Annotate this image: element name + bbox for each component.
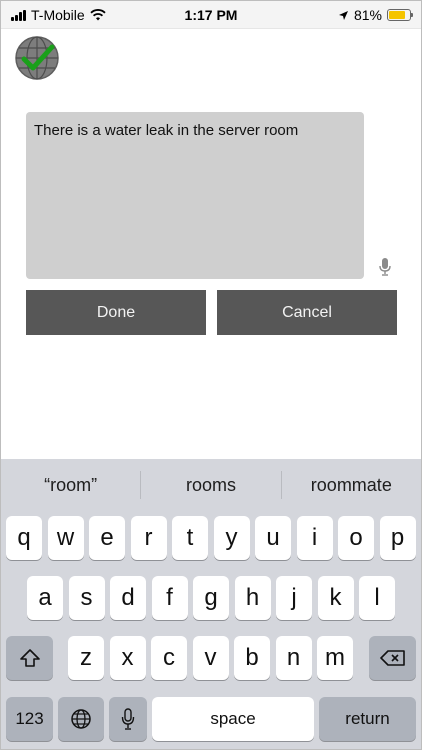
key-label: v bbox=[204, 644, 217, 671]
key-label: u bbox=[266, 524, 280, 551]
delete-key[interactable] bbox=[369, 636, 416, 680]
key-label: j bbox=[291, 584, 297, 611]
backspace-icon bbox=[379, 650, 405, 666]
key-label: k bbox=[329, 584, 342, 611]
key-label: c bbox=[163, 644, 175, 671]
key-b[interactable]: b bbox=[234, 636, 270, 680]
key-q[interactable]: q bbox=[6, 516, 42, 560]
key-label: h bbox=[245, 584, 260, 611]
key-label: y bbox=[225, 524, 238, 551]
key-label: i bbox=[311, 524, 318, 551]
key-y[interactable]: y bbox=[213, 516, 250, 560]
key-u[interactable]: u bbox=[255, 516, 291, 560]
space-key-label: space bbox=[210, 709, 256, 728]
key-label: e bbox=[100, 524, 114, 551]
globe-icon bbox=[71, 709, 91, 729]
battery-level bbox=[389, 11, 406, 19]
key-n[interactable]: n bbox=[275, 636, 312, 680]
key-r[interactable]: r bbox=[130, 516, 167, 560]
key-label: w bbox=[56, 524, 75, 551]
done-button[interactable]: Done bbox=[26, 290, 206, 335]
battery-percent: 81% bbox=[353, 7, 382, 23]
space-key[interactable]: space bbox=[152, 697, 314, 741]
key-label: m bbox=[325, 644, 345, 671]
keyboard: “room” rooms roommate qwe r t y u i op a s d f gh j… bbox=[1, 459, 421, 749]
shift-arrow-icon bbox=[19, 649, 40, 667]
key-label: t bbox=[186, 524, 194, 551]
predictive-text-bar: “room” rooms roommate bbox=[1, 459, 421, 511]
location-arrow-icon bbox=[338, 10, 348, 20]
cancel-button[interactable]: Cancel bbox=[217, 290, 397, 335]
key-e[interactable]: e bbox=[89, 516, 125, 560]
key-j[interactable]: j bbox=[276, 576, 312, 620]
return-key-label: return bbox=[345, 709, 390, 728]
app-logo-globe-check-icon bbox=[15, 36, 59, 80]
key-m[interactable]: m bbox=[317, 636, 353, 680]
dictation-key[interactable] bbox=[109, 697, 147, 741]
key-label: o bbox=[349, 524, 363, 551]
note-text-field[interactable]: There is a water leak in the server room bbox=[26, 112, 364, 279]
key-w[interactable]: w bbox=[47, 516, 84, 560]
key-label: s bbox=[80, 584, 93, 611]
key-label: a bbox=[38, 584, 52, 611]
status-bar: T-Mobile 1:17 PM 81% bbox=[1, 1, 421, 29]
phone-screen: T-Mobile 1:17 PM 81% There is a water le… bbox=[0, 0, 422, 750]
key-t[interactable]: t bbox=[172, 516, 208, 560]
battery-icon bbox=[387, 9, 413, 21]
key-c[interactable]: c bbox=[151, 636, 187, 680]
key-label: d bbox=[121, 584, 135, 611]
key-label: g bbox=[204, 584, 218, 611]
note-text: There is a water leak in the server room bbox=[34, 122, 299, 139]
dictation-microphone-icon[interactable] bbox=[379, 258, 391, 276]
numbers-key-label: 123 bbox=[15, 709, 44, 728]
key-label: r bbox=[144, 524, 153, 551]
key-label: b bbox=[245, 644, 259, 671]
suggestion-1[interactable]: “room” bbox=[1, 459, 140, 511]
key-s[interactable]: s bbox=[68, 576, 105, 620]
key-z[interactable]: z bbox=[68, 636, 104, 680]
key-label: p bbox=[390, 524, 405, 551]
key-a[interactable]: a bbox=[27, 576, 63, 620]
suggestion-2[interactable]: rooms bbox=[141, 459, 280, 511]
key-f[interactable]: f bbox=[151, 576, 188, 620]
key-v[interactable]: v bbox=[192, 636, 229, 680]
return-key[interactable]: return bbox=[319, 697, 416, 741]
key-label: n bbox=[286, 644, 301, 671]
numbers-key[interactable]: 123 bbox=[6, 697, 53, 741]
globe-key[interactable] bbox=[58, 697, 104, 741]
key-label: q bbox=[17, 524, 31, 551]
status-right: 81% bbox=[338, 7, 413, 23]
key-x[interactable]: x bbox=[109, 636, 146, 680]
suggestion-3[interactable]: roommate bbox=[282, 459, 421, 511]
key-k[interactable]: k bbox=[317, 576, 354, 620]
key-p[interactable]: p bbox=[379, 516, 416, 560]
key-label: f bbox=[166, 584, 173, 611]
key-g[interactable]: g bbox=[193, 576, 229, 620]
key-h[interactable]: h bbox=[234, 576, 271, 620]
key-label: z bbox=[80, 644, 92, 671]
key-l[interactable]: l bbox=[359, 576, 395, 620]
microphone-icon bbox=[121, 708, 135, 730]
key-label: x bbox=[121, 644, 134, 671]
key-i[interactable]: i bbox=[296, 516, 333, 560]
key-o[interactable]: o bbox=[338, 516, 374, 560]
key-d[interactable]: d bbox=[110, 576, 146, 620]
key-label: l bbox=[374, 584, 380, 611]
shift-key[interactable] bbox=[6, 636, 53, 680]
